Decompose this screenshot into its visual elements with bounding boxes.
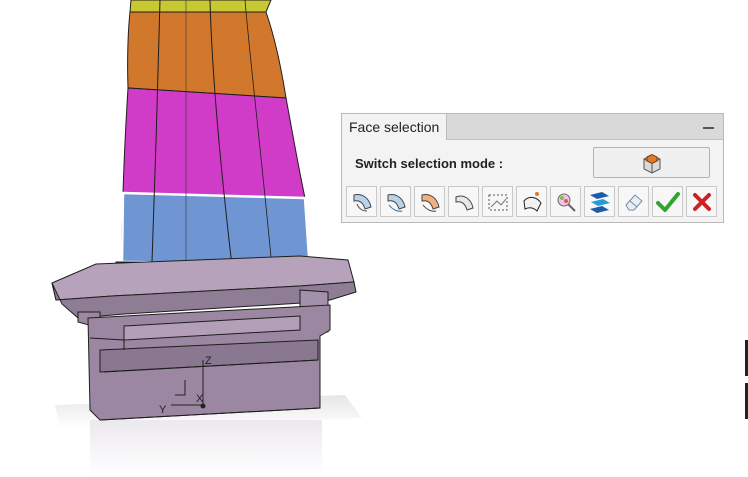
panel-title: Face selection: [342, 114, 448, 140]
turbine-blade[interactable]: [115, 0, 319, 279]
layer-faces-button[interactable]: [584, 186, 615, 217]
cancel-x-icon: [693, 193, 711, 211]
propagate-curvature-button[interactable]: [414, 186, 445, 217]
propagate-curvature-icon: [421, 194, 440, 212]
switch-selection-mode-button[interactable]: [593, 147, 710, 178]
box-select-button[interactable]: [482, 186, 513, 217]
face-pick-icon: [523, 192, 542, 212]
single-face-icon: [455, 195, 474, 211]
blade-band-orange: [127, 11, 287, 99]
propagate-face-icon: [353, 194, 372, 212]
propagate-tangent-button[interactable]: [380, 186, 411, 217]
eraser-icon: [625, 194, 643, 211]
layer-faces-icon: [590, 192, 610, 213]
propagate-face-button[interactable]: [346, 186, 377, 217]
face-selection-panel: Face selection Switch selection mode :: [341, 113, 724, 223]
axis-y-label: Y: [159, 404, 167, 416]
blade-band-magenta: [122, 87, 306, 199]
color-select-icon: [557, 193, 576, 212]
propagate-tangent-icon: [387, 194, 406, 212]
cancel-button[interactable]: [686, 186, 717, 217]
3d-viewport[interactable]: Z Y X: [0, 0, 748, 477]
axis-x-label: X: [196, 393, 204, 405]
box-select-icon: [488, 194, 508, 211]
confirm-check-icon: [656, 192, 680, 212]
blade-band-yellow: [129, 0, 272, 13]
axis-z-label: Z: [205, 355, 212, 367]
blade-root: [51, 255, 357, 421]
panel-header: Face selection: [342, 114, 723, 140]
single-face-button[interactable]: [448, 186, 479, 217]
minimize-button[interactable]: [703, 127, 714, 129]
mode-label: Switch selection mode :: [355, 156, 504, 171]
confirm-button[interactable]: [652, 186, 683, 217]
color-select-button[interactable]: [550, 186, 581, 217]
face-pick-button[interactable]: [516, 186, 547, 217]
eraser-button[interactable]: [618, 186, 649, 217]
solid-part-icon: [643, 153, 661, 174]
